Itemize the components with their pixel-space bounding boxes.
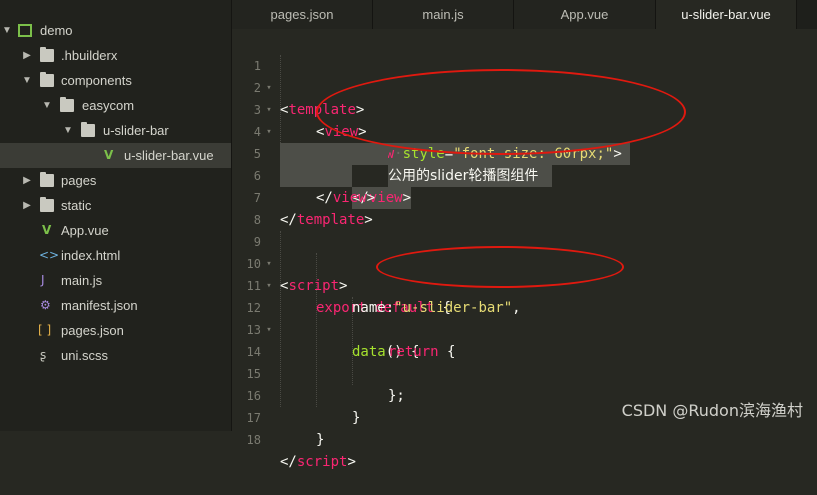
tree-item-pages-json[interactable]: [ ] pages.json	[0, 318, 231, 343]
tree-item-u-slider-bar-folder[interactable]: ▼ u-slider-bar	[0, 118, 231, 143]
code-line: 1 ▾ <template>	[232, 33, 817, 118]
tree-item-label: u-slider-bar.vue	[124, 148, 214, 163]
tree-item-label: static	[61, 198, 92, 213]
folder-open-icon	[81, 122, 95, 137]
tab-main-js[interactable]: main.js	[373, 0, 514, 29]
tree-item-app-vue[interactable]: V App.vue	[0, 218, 231, 243]
folder-icon	[40, 172, 54, 187]
tree-item-label: .hbuilderx	[61, 48, 118, 63]
chevron-right-icon[interactable]: ▶	[22, 193, 32, 218]
tree-item-easycom[interactable]: ▼ easycom	[0, 93, 231, 118]
tree-item-demo[interactable]: ▼ demo	[0, 18, 231, 43]
vue-file-icon: V	[104, 148, 114, 162]
tab-app-vue[interactable]: App.vue	[514, 0, 656, 29]
tab-pages-json[interactable]: pages.json	[232, 0, 373, 29]
js-file-icon: J	[41, 273, 45, 287]
scss-file-icon: ʂ	[40, 348, 47, 362]
tree-item-label: components	[61, 73, 132, 88]
tree-item-label: index.html	[61, 248, 121, 263]
chevron-down-icon[interactable]: ▼	[2, 18, 12, 43]
tree-item-label: uni.scss	[61, 348, 108, 363]
tree-item-label: pages.json	[61, 323, 124, 338]
chevron-down-icon[interactable]: ▼	[63, 118, 73, 143]
chevron-down-icon[interactable]: ▼	[42, 93, 52, 118]
editor-tab-bar: pages.json main.js App.vue u-slider-bar.…	[232, 0, 817, 29]
tree-item-static[interactable]: ▶ static	[0, 193, 231, 218]
project-explorer: ▼ demo ▶ .hbuilderx ▼ components ▼ easyc…	[0, 0, 232, 431]
code-line: 9 ▾ <script>	[232, 209, 817, 294]
code-line: 16 }	[232, 363, 817, 426]
line-number: 18	[246, 433, 261, 447]
json-file-icon: [ ]	[38, 323, 52, 337]
chevron-right-icon[interactable]: ▶	[22, 168, 32, 193]
tree-item-main-js[interactable]: J main.js	[0, 268, 231, 293]
tree-item-label: manifest.json	[61, 298, 138, 313]
tree-item-manifest-json[interactable]: ⚙ manifest.json	[0, 293, 231, 318]
tree-item-uni-scss[interactable]: ʂ uni.scss	[0, 343, 231, 368]
chevron-right-icon[interactable]: ▶	[22, 43, 32, 68]
folder-open-icon	[60, 97, 74, 112]
tree-item-label: main.js	[61, 273, 103, 288]
tree-item-label: easycom	[82, 98, 135, 113]
tree-item-components[interactable]: ▼ components	[0, 68, 231, 93]
folder-open-icon	[40, 72, 54, 87]
tree-item-hbuilderx[interactable]: ▶ .hbuilderx	[0, 43, 231, 68]
tree-item-label: App.vue	[61, 223, 109, 238]
tree-item-label: pages	[61, 173, 97, 188]
tree-item-label: demo	[40, 23, 73, 38]
watermark: CSDN @Rudon滨海渔村	[621, 401, 803, 420]
annotation-ellipse	[316, 69, 686, 155]
folder-icon	[40, 47, 54, 62]
code-text: }	[316, 432, 325, 448]
code-line: 15 };	[232, 341, 817, 404]
tree-item-pages[interactable]: ▶ pages	[0, 168, 231, 193]
tree-item-u-slider-bar-vue[interactable]: V u-slider-bar.vue	[0, 143, 231, 168]
code-editor[interactable]: pages.json main.js App.vue u-slider-bar.…	[232, 0, 817, 470]
code-line: 7 </template>	[232, 165, 817, 228]
manifest-file-icon: ⚙	[40, 298, 51, 312]
code-line: 13 return {	[232, 297, 817, 360]
tab-u-slider-bar-vue[interactable]: u-slider-bar.vue	[656, 0, 797, 29]
tree-item-index-html[interactable]: <> index.html	[0, 243, 231, 268]
tree-item-label: u-slider-bar	[103, 123, 169, 138]
code-line: 14	[232, 319, 817, 359]
html-file-icon: <>	[39, 248, 60, 262]
project-icon	[18, 24, 32, 37]
code-line: 8	[232, 187, 817, 227]
tag-name: script	[296, 454, 348, 470]
folder-icon	[40, 197, 54, 212]
annotation-ellipse	[376, 246, 624, 288]
vue-file-icon: V	[42, 223, 52, 237]
chevron-down-icon[interactable]: ▼	[22, 68, 32, 93]
